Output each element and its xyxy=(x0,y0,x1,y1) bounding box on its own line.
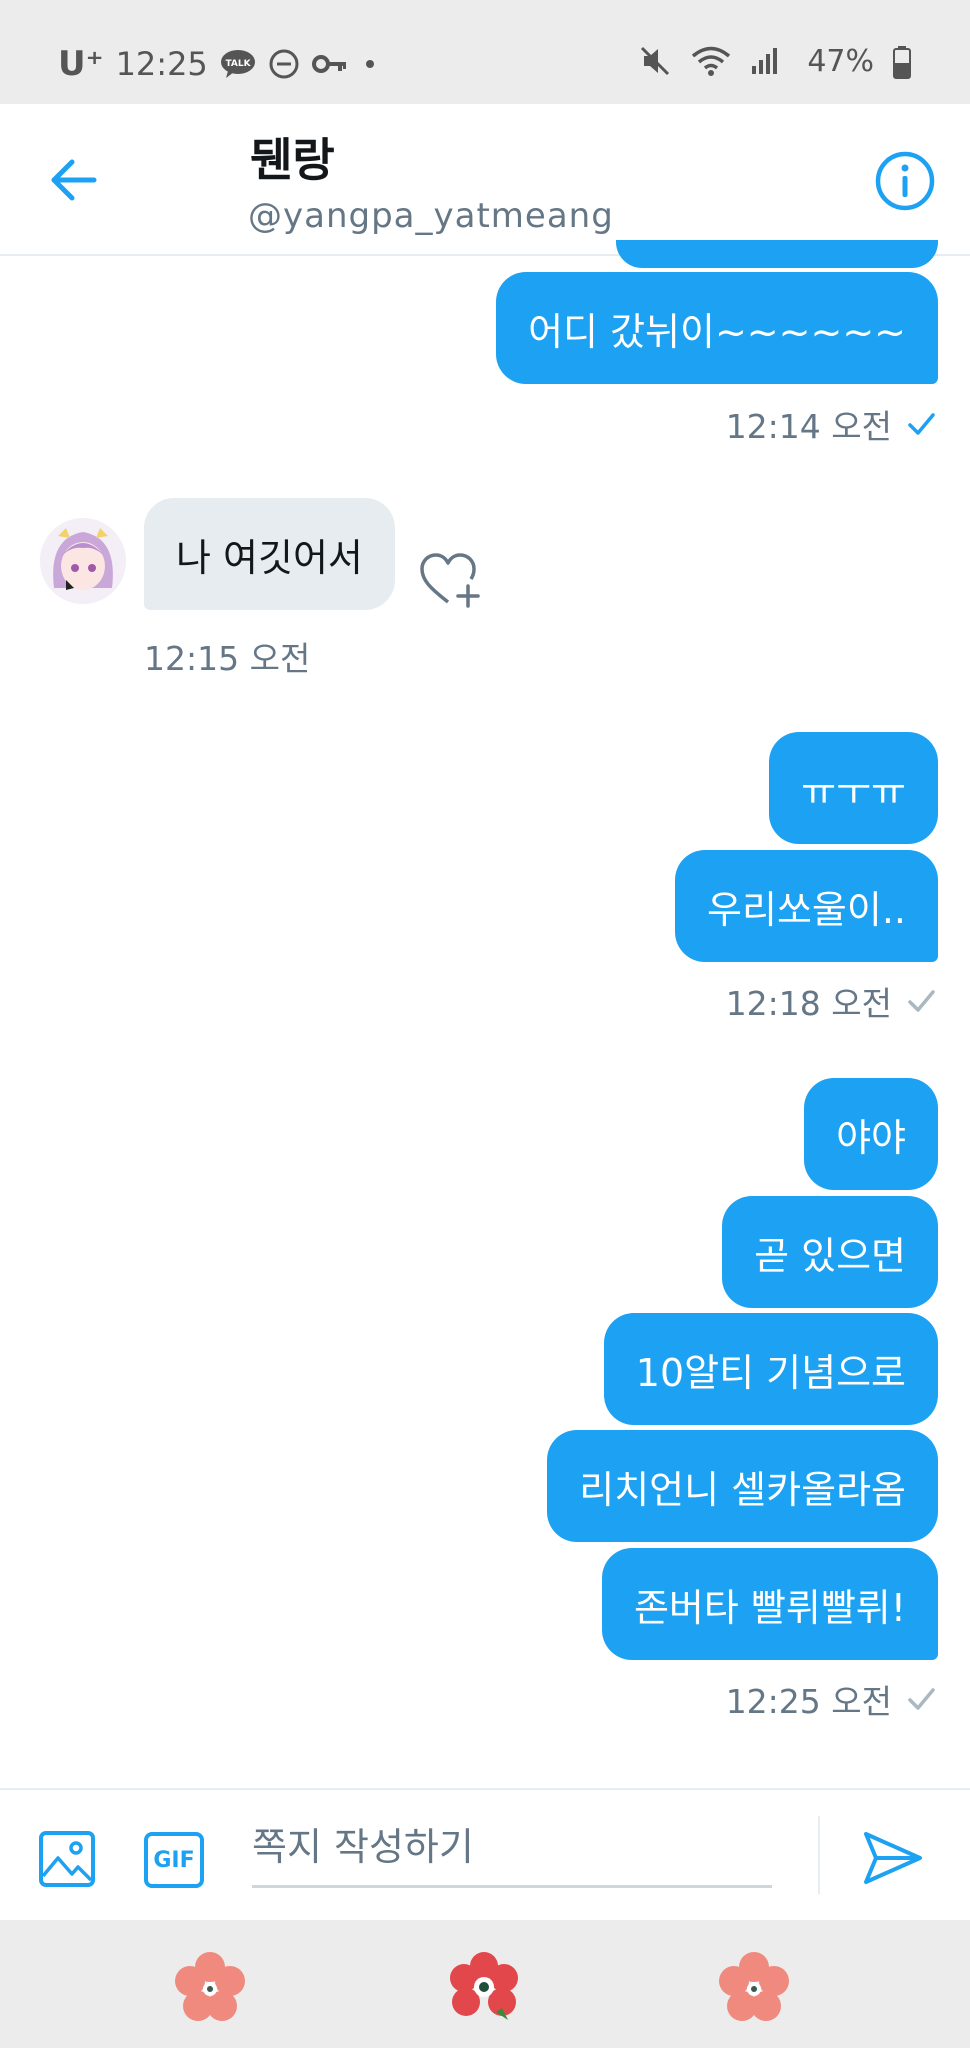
system-navigation-bar xyxy=(0,1920,970,2048)
composer-divider xyxy=(818,1816,820,1894)
previous-message-bubble-partial xyxy=(616,240,938,268)
message-timestamp: 12:25 오전 xyxy=(726,1675,936,1723)
message-bubble-out[interactable]: 우리쏘울이.. xyxy=(675,850,938,962)
battery-percent: 47% xyxy=(807,44,874,79)
message-timestamp: 12:18 오전 xyxy=(726,977,936,1025)
message-input[interactable] xyxy=(252,1808,772,1888)
recent-apps-button[interactable] xyxy=(172,1950,248,2026)
message-timestamp: 12:15 오전 xyxy=(144,632,310,680)
back-nav-button[interactable] xyxy=(716,1950,792,2026)
flower-icon xyxy=(719,1952,789,2021)
message-bubble-out[interactable]: 곧 있으면 xyxy=(722,1196,938,1308)
back-arrow-icon xyxy=(51,159,97,201)
timestamp-text: 12:25 오전 xyxy=(725,1682,892,1721)
read-check-icon xyxy=(908,413,935,435)
mute-icon xyxy=(638,44,672,78)
add-photo-button[interactable] xyxy=(38,1830,96,1888)
info-icon xyxy=(875,151,935,211)
conversation-header: 뒌랑 @yangpa_yatmeang xyxy=(0,104,970,256)
dot-icon xyxy=(360,54,380,74)
message-bubble-out[interactable]: 리치언니 셀카올라옴 xyxy=(547,1430,938,1542)
send-button[interactable] xyxy=(862,1830,924,1886)
dm-conversation-screen: U⁺ 12:25 TALK 47% 뒌랑 @yangpa_yatmeang 어디… xyxy=(0,0,970,2048)
gif-button[interactable]: GIF xyxy=(144,1832,204,1888)
timestamp-text: 12:18 오전 xyxy=(725,984,892,1023)
avatar[interactable] xyxy=(40,518,126,604)
message-bubble-out[interactable]: 존버타 빨뤼빨뤼! xyxy=(601,1548,938,1660)
status-left: U⁺ 12:25 TALK xyxy=(58,44,380,84)
flower-icon xyxy=(175,1952,245,2021)
back-button[interactable] xyxy=(46,152,102,208)
avatar-image xyxy=(40,518,126,604)
info-button[interactable] xyxy=(874,150,936,212)
clock: 12:25 xyxy=(115,45,208,83)
sent-check-icon xyxy=(908,1688,935,1710)
vpn-key-icon xyxy=(311,52,348,76)
timestamp-text: 12:14 오전 xyxy=(725,407,892,446)
conversation-handle: @yangpa_yatmeang xyxy=(248,196,614,236)
heart-plus-icon xyxy=(420,553,480,608)
conversation-title: 뒌랑 xyxy=(250,133,335,187)
message-timestamp: 12:14 오전 xyxy=(726,400,936,448)
signal-icon xyxy=(750,46,780,76)
do-not-disturb-icon xyxy=(268,48,300,80)
image-icon xyxy=(39,1831,95,1887)
carrier-label: U⁺ xyxy=(58,44,104,84)
sent-check-icon xyxy=(908,990,935,1012)
home-button[interactable] xyxy=(446,1950,522,2026)
wifi-icon xyxy=(690,44,732,78)
timestamp-text: 12:15 오전 xyxy=(144,639,311,678)
message-bubble-out[interactable]: 10알티 기념으로 xyxy=(603,1313,938,1425)
message-bubble-in[interactable]: 나 여깃어서 xyxy=(144,498,395,610)
message-bubble-out[interactable]: 어디 갔뉘이~~~~~~ xyxy=(496,272,938,384)
message-bubble-out[interactable]: ㅠㅜㅠ xyxy=(769,732,938,844)
message-bubble-out[interactable]: 야야 xyxy=(804,1078,938,1190)
flower-icon xyxy=(450,1952,518,2020)
battery-icon xyxy=(892,45,912,79)
status-bar: U⁺ 12:25 TALK 47% xyxy=(0,0,970,104)
status-right xyxy=(638,44,780,78)
message-composer: GIF xyxy=(0,1788,970,1920)
svg-text:TALK: TALK xyxy=(225,59,251,69)
status-battery: 47% xyxy=(807,44,912,79)
send-icon xyxy=(864,1832,922,1884)
talk-icon: TALK xyxy=(220,49,256,79)
react-heart-button[interactable] xyxy=(420,552,484,608)
